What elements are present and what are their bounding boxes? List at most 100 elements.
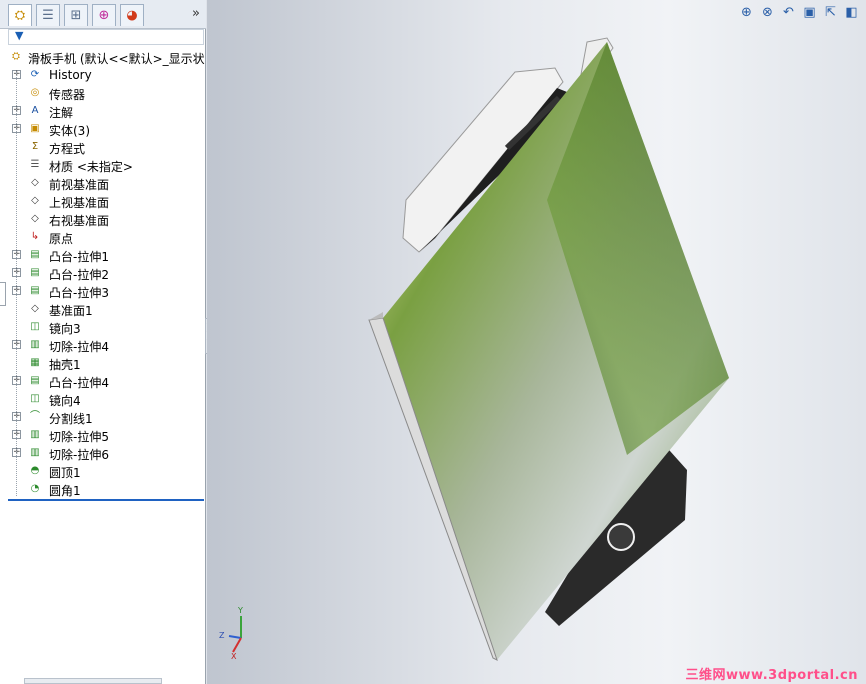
cut-extrude-icon: ▥	[30, 339, 40, 350]
tree-node-label: 分割线1	[49, 412, 93, 426]
watermark: 三维网www.3dportal.cn	[685, 668, 858, 683]
tree-node[interactable]: ◓ 圆顶1	[0, 462, 204, 480]
tree-node[interactable]: ↳ 原点	[0, 228, 204, 246]
tree-node[interactable]: ◇ 右视基准面	[0, 210, 204, 228]
plane-icon: ◇	[31, 213, 39, 224]
tree-node[interactable]: + ▥ 切除-拉伸5	[0, 426, 204, 444]
tree-node-label: 圆角1	[49, 484, 81, 498]
tree-node-label: 注解	[49, 106, 74, 120]
configuration-manager-tab[interactable]: ⊞	[64, 4, 88, 26]
tree-node-label: 原点	[49, 232, 74, 246]
tree-node[interactable]: + A 注解	[0, 102, 204, 120]
extrude-icon: ▤	[30, 375, 40, 386]
material-icon: ☰	[30, 159, 40, 170]
tree-node[interactable]: ◔ 圆角1	[0, 480, 204, 498]
mirror-icon: ◫	[30, 321, 40, 332]
split-line-icon: ⌒	[30, 411, 40, 422]
tree-node-label: 抽壳1	[49, 358, 81, 372]
origin-icon: ↳	[30, 231, 40, 242]
tree-node-label: 基准面1	[49, 304, 93, 318]
extrude-icon: ▤	[30, 267, 40, 278]
tree-node-label: 方程式	[49, 142, 86, 156]
phone-model[interactable]	[207, 0, 866, 684]
extrude-icon: ▤	[30, 249, 40, 260]
tree-node-label: 凸台-拉伸1	[49, 250, 109, 264]
tree-node[interactable]: ◇ 上视基准面	[0, 192, 204, 210]
tree-connector-line	[16, 72, 17, 496]
cut-extrude-icon: ▥	[30, 429, 40, 440]
shell-icon: ▦	[30, 357, 40, 368]
tree-node[interactable]: ◇ 基准面1	[0, 300, 204, 318]
part-icon: ⛭	[12, 51, 20, 62]
cut-extrude-icon: ▥	[30, 447, 40, 458]
manager-tab-bar: ⛭ ☰ ⊞ ⊕ ◕ »	[0, 0, 206, 29]
extrude-icon: ▤	[30, 285, 40, 296]
feature-manager-tab[interactable]: ⛭	[8, 4, 32, 26]
tree-node[interactable]: ◫ 镜向4	[0, 390, 204, 408]
display-manager-icon: ◕	[126, 8, 138, 23]
dimxpert-manager-tab[interactable]: ⊕	[92, 4, 116, 26]
history-icon: ⟳	[30, 69, 40, 80]
tree-node-label: History	[49, 68, 92, 82]
tree-node[interactable]: + ▤ 凸台-拉伸3	[0, 282, 204, 300]
tree-node[interactable]: + ▥ 切除-拉伸4	[0, 336, 204, 354]
horizontal-scrollbar[interactable]	[24, 678, 162, 684]
plane-icon: ◇	[31, 177, 39, 188]
filter-icon: ▼	[15, 29, 24, 42]
tree-node[interactable]: + ▤ 凸台-拉伸1	[0, 246, 204, 264]
tree-node-label: 凸台-拉伸2	[49, 268, 109, 282]
tree-node-label: 凸台-拉伸3	[49, 286, 109, 300]
tree-node-label: 上视基准面	[49, 196, 110, 210]
tree-node[interactable]: + ⌒ 分割线1	[0, 408, 204, 426]
tree-node-label: 切除-拉伸5	[49, 430, 109, 444]
tree-node-label: 实体(3)	[49, 124, 90, 138]
rollback-bar[interactable]	[8, 499, 204, 501]
tree-node[interactable]: ◇ 前视基准面	[0, 174, 204, 192]
fillet-icon: ◔	[30, 483, 40, 494]
tree-node[interactable]: + ⟳ History	[0, 66, 204, 84]
tree-node[interactable]: + ▥ 切除-拉伸6	[0, 444, 204, 462]
sensor-icon: ◎	[30, 87, 40, 98]
tree-node[interactable]: ☰ 材质 <未指定>	[0, 156, 204, 174]
annotation-icon: A	[31, 105, 39, 116]
tree-node-label: 镜向3	[49, 322, 81, 336]
tree-node-label: 切除-拉伸6	[49, 448, 109, 462]
tree-node[interactable]: ◫ 镜向3	[0, 318, 204, 336]
tree-node[interactable]: Σ 方程式	[0, 138, 204, 156]
panel-edge-tab	[0, 282, 6, 306]
tree-node-label: 镜向4	[49, 394, 81, 408]
tree-node[interactable]: + ▤ 凸台-拉伸2	[0, 264, 204, 282]
tree-node-label: 传感器	[49, 88, 86, 102]
tree-node[interactable]: + ▤ 凸台-拉伸4	[0, 372, 204, 390]
property-manager-tab[interactable]: ☰	[36, 4, 60, 26]
tree-node-label: 圆顶1	[49, 466, 81, 480]
dimxpert-manager-icon: ⊕	[98, 8, 110, 23]
tree-node-label: 凸台-拉伸4	[49, 376, 109, 390]
display-manager-tab[interactable]: ◕	[120, 4, 144, 26]
tree-node-label: 前视基准面	[49, 178, 110, 192]
triad-x-label: X	[231, 652, 237, 660]
triad-z-label: Z	[219, 631, 225, 640]
tree-node[interactable]: ▦ 抽壳1	[0, 354, 204, 372]
tree-root-part[interactable]: ⛭ 滑板手机 (默认<<默认>_显示状	[0, 48, 205, 66]
triad-y-label: Y	[237, 606, 243, 615]
graphics-area[interactable]: ⊕ ⊗ ↶ ▣ ⇱ ◧ Y Z X 三维网www.3dportal.cn	[207, 0, 866, 684]
feature-manager-icon: ⛭	[14, 8, 26, 23]
tree-node-label: 切除-拉伸4	[49, 340, 109, 354]
tree-node[interactable]: + ▣ 实体(3)	[0, 120, 204, 138]
property-manager-icon: ☰	[42, 8, 54, 23]
solid-bodies-icon: ▣	[30, 123, 40, 134]
reference-triad: Y Z X	[215, 604, 259, 661]
part-label: 滑板手机 (默认<<默认>_显示状	[28, 52, 205, 66]
tree-node-label: 材质 <未指定>	[49, 160, 133, 174]
plane-icon: ◇	[31, 303, 39, 314]
configuration-manager-icon: ⊞	[70, 8, 82, 23]
expand-tabs-button[interactable]: »	[192, 6, 200, 21]
feature-manager-panel: ⛭ ☰ ⊞ ⊕ ◕ » ▼ ⛭ 滑板手机 (默认<<默认>_显示状 + ⟳ Hist…	[0, 0, 206, 684]
tree-node-label: 右视基准面	[49, 214, 110, 228]
tree-node[interactable]: ◎ 传感器	[0, 84, 204, 102]
phone-screen	[368, 42, 729, 661]
filter-bar[interactable]: ▼	[8, 29, 204, 45]
dome-icon: ◓	[30, 465, 40, 476]
mirror-icon: ◫	[30, 393, 40, 404]
